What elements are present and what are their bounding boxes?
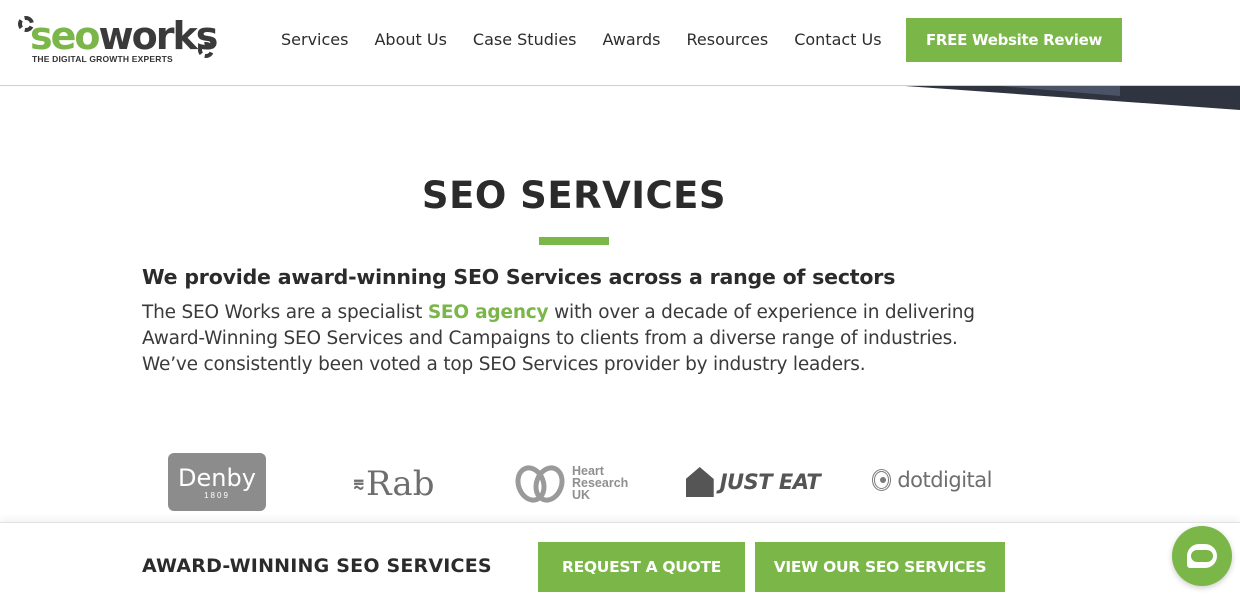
main-nav: Services About Us Case Studies Awards Re… <box>268 29 895 51</box>
denby-name: Denby <box>178 463 256 492</box>
client-logo-dotdigital: dotdigital <box>872 464 992 496</box>
logo-seo: seo <box>30 14 100 58</box>
nav-services[interactable]: Services <box>281 29 348 51</box>
rab-name: Rab <box>366 464 435 504</box>
logo-works: works <box>98 14 219 58</box>
logo-tagline: THE DIGITAL GROWTH EXPERTS <box>32 54 173 64</box>
heart-research-text: Heart Research UK <box>572 465 628 502</box>
house-icon <box>685 467 714 497</box>
logo-wordmark: seoworks <box>30 14 219 58</box>
bottom-bar-label: AWARD-WINNING SEO SERVICES <box>142 555 492 577</box>
request-quote-button[interactable]: REQUEST A QUOTE <box>538 542 745 592</box>
intro-text-start: The SEO Works are a specialist <box>142 302 428 323</box>
site-header: seoworks THE DIGITAL GROWTH EXPERTS Serv… <box>0 0 1240 86</box>
nav-resources[interactable]: Resources <box>686 29 768 51</box>
denby-year: 1809 <box>204 490 230 500</box>
title-underline <box>539 237 609 245</box>
target-icon <box>872 469 892 491</box>
nav-contact-us[interactable]: Contact Us <box>794 29 881 51</box>
page-title: SEO SERVICES <box>421 174 727 217</box>
view-seo-services-button[interactable]: VIEW OUR SEO SERVICES <box>755 542 1005 592</box>
section-subtitle: We provide award-winning SEO Services ac… <box>142 265 896 289</box>
free-website-review-button[interactable]: FREE Website Review <box>906 18 1122 62</box>
seo-agency-link[interactable]: SEO agency <box>428 302 549 323</box>
heart-line-3: UK <box>572 488 591 502</box>
rab-mountain-icon: ⩳ <box>353 473 365 494</box>
justeat-name: JUST EAT <box>719 470 821 494</box>
dotdigital-name: dotdigital <box>897 468 992 492</box>
seoworks-logo[interactable]: seoworks THE DIGITAL GROWTH EXPERTS <box>18 14 223 66</box>
intro-paragraph: The SEO Works are a specialist SEO agenc… <box>142 300 1002 378</box>
sticky-cta-bar: AWARD-WINNING SEO SERVICES REQUEST A QUO… <box>0 522 1240 596</box>
heart-rings-icon <box>510 461 570 507</box>
client-logo-denby: Denby 1809 <box>168 453 266 511</box>
chat-widget-button[interactable] <box>1172 526 1232 586</box>
chat-bubble-icon <box>1187 544 1217 568</box>
client-logo-rab: ⩳ Rab <box>336 462 452 506</box>
nav-awards[interactable]: Awards <box>603 29 661 51</box>
client-logo-heart-research-uk: Heart Research UK <box>510 458 636 508</box>
nav-case-studies[interactable]: Case Studies <box>473 29 577 51</box>
client-logo-just-eat: JUST EAT <box>684 462 822 502</box>
hero-image-edge-highlight <box>1000 86 1120 96</box>
nav-about-us[interactable]: About Us <box>374 29 446 51</box>
